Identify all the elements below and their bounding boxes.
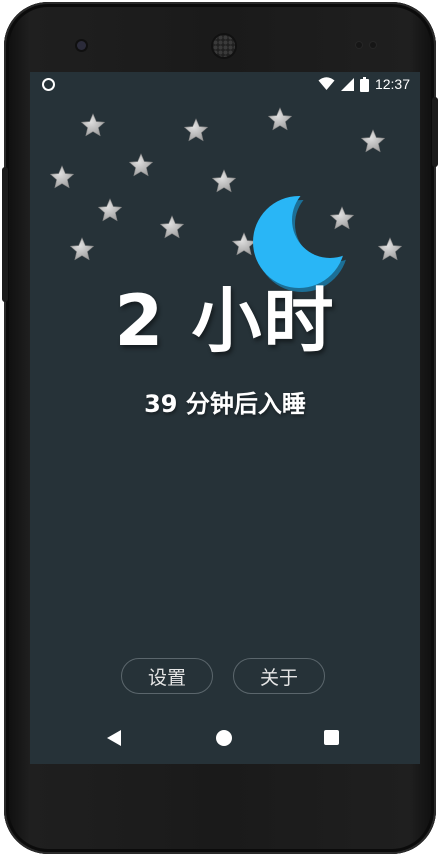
star-icon (70, 237, 94, 261)
star-icon (129, 153, 153, 177)
proximity-sensor (356, 42, 362, 48)
back-icon[interactable] (106, 729, 122, 747)
star-icon (212, 169, 236, 193)
power-button (432, 97, 438, 167)
navigation-bar (30, 714, 420, 762)
phone-frame: 12:37 2 小时 39 分钟后入睡 设置 关于 (2, 2, 438, 854)
star-icon (268, 107, 292, 131)
star-icon (81, 113, 105, 137)
star-icon (184, 118, 208, 142)
front-camera (77, 41, 86, 50)
home-icon[interactable] (216, 730, 232, 746)
earpiece-speaker (213, 35, 235, 57)
sleep-hours: 2 小时 (114, 280, 336, 362)
sleep-minutes: 39 分钟后入睡 (144, 390, 306, 418)
volume-button (2, 167, 8, 302)
star-icon (160, 215, 184, 239)
star-icon (378, 237, 402, 261)
star-icon (361, 129, 385, 153)
recents-icon[interactable] (324, 730, 339, 745)
star-icon (50, 165, 74, 189)
star-field (50, 107, 402, 261)
light-sensor (370, 42, 376, 48)
about-button[interactable]: 关于 (233, 658, 325, 694)
app-screen: 12:37 2 小时 39 分钟后入睡 设置 关于 (30, 72, 420, 764)
star-icon (98, 198, 122, 222)
settings-button[interactable]: 设置 (121, 658, 213, 694)
